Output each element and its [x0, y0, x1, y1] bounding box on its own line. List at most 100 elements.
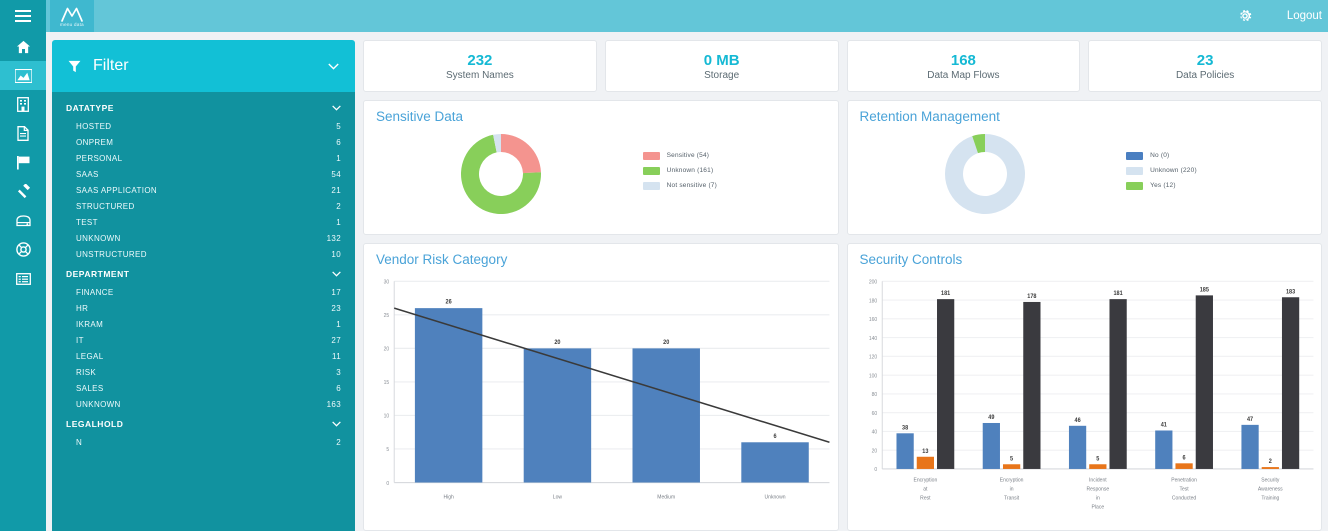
bar[interactable]: [1174, 463, 1193, 469]
sidebar-item-documents[interactable]: [0, 119, 46, 148]
y-axis-tick: 120: [868, 354, 876, 360]
filter-row[interactable]: HR 23: [52, 300, 355, 316]
logout-button[interactable]: Logout: [1287, 10, 1322, 22]
filter-collapse-toggle[interactable]: [328, 57, 339, 75]
bar-value-label: 38: [902, 425, 909, 431]
filter-row[interactable]: IKRAM 1: [52, 316, 355, 332]
bar[interactable]: [1088, 464, 1106, 469]
donut-slice[interactable]: [501, 134, 542, 174]
filter-row[interactable]: SAAS 54: [52, 166, 355, 182]
filter-row-count: 11: [331, 351, 341, 361]
filter-group-header[interactable]: DEPARTMENT: [52, 262, 355, 284]
hamburger-menu-button[interactable]: [0, 0, 46, 32]
bar[interactable]: [916, 456, 934, 469]
legend-row[interactable]: Yes (12): [1126, 181, 1321, 190]
bar[interactable]: [523, 348, 592, 483]
bar[interactable]: [1022, 301, 1040, 469]
chevron-down-icon[interactable]: [332, 103, 341, 113]
bar[interactable]: [1154, 430, 1172, 469]
filter-row-count: 1: [336, 153, 341, 163]
sidebar-item-organization[interactable]: [0, 90, 46, 119]
filter-row[interactable]: HOSTED 5: [52, 118, 355, 134]
sidebar-item-support[interactable]: [0, 235, 46, 264]
filter-group-header[interactable]: DATATYPE: [52, 96, 355, 118]
filter-row[interactable]: SALES 6: [52, 380, 355, 396]
bar[interactable]: [982, 422, 1000, 469]
kpi-card[interactable]: 232 System Names: [363, 40, 597, 92]
filter-group-header[interactable]: LEGALHOLD: [52, 412, 355, 434]
x-axis-tick: Unknown: [765, 494, 786, 500]
security-controls-chart[interactable]: 0 20 40 60 80 100 120 140 160 180 200 38 13 181 Encryp…: [848, 270, 1322, 530]
bar[interactable]: [1108, 299, 1127, 469]
bar[interactable]: [414, 308, 483, 483]
sensitive-data-donut[interactable]: [459, 132, 543, 216]
y-axis-tick: 80: [871, 392, 877, 398]
app-logo[interactable]: menu data: [50, 0, 94, 32]
chevron-down-icon[interactable]: [332, 269, 341, 279]
x-axis-tick: at: [923, 486, 928, 492]
legend-row[interactable]: Sensitive (54): [642, 151, 838, 160]
filter-row[interactable]: STRUCTURED 2: [52, 198, 355, 214]
legend-row[interactable]: Unknown (161): [642, 166, 838, 175]
filter-row-count: 6: [336, 383, 341, 393]
chevron-down-icon[interactable]: [332, 419, 341, 429]
sidebar-item-systems[interactable]: [0, 206, 46, 235]
bar[interactable]: [1281, 297, 1299, 469]
filter-row[interactable]: UNSTRUCTURED 10: [52, 246, 355, 262]
y-axis-tick: 40: [871, 429, 877, 435]
filter-header[interactable]: Filter: [52, 40, 355, 92]
sidebar-item-flags[interactable]: [0, 148, 46, 177]
settings-button[interactable]: [1237, 8, 1253, 24]
kpi-card[interactable]: 23 Data Policies: [1088, 40, 1322, 92]
filter-row[interactable]: RISK 3: [52, 364, 355, 380]
filter-row-label: UNKNOWN: [76, 399, 121, 409]
bar[interactable]: [936, 299, 954, 469]
filter-row[interactable]: UNKNOWN 163: [52, 396, 355, 412]
kpi-value: 232: [467, 51, 493, 69]
home-icon: [16, 40, 30, 53]
sidebar-item-dashboard[interactable]: [0, 61, 46, 90]
y-axis-tick: 60: [871, 411, 877, 417]
filter-row[interactable]: PERSONAL 1: [52, 150, 355, 166]
filter-row[interactable]: UNKNOWN 132: [52, 230, 355, 246]
kpi-card[interactable]: 0 MB Storage: [604, 40, 839, 92]
bar[interactable]: [1261, 467, 1279, 469]
bar[interactable]: [1195, 295, 1213, 469]
bar-value-label: 181: [1113, 291, 1123, 297]
bar-value-label: 20: [663, 340, 670, 346]
retention-body: No (0) Unknown (220) Yes (12): [848, 124, 1322, 224]
filter-row[interactable]: FINANCE 17: [52, 284, 355, 300]
bar-value-label: 46: [1074, 418, 1081, 424]
retention-donut[interactable]: [943, 132, 1027, 216]
filter-row[interactable]: IT 27: [52, 332, 355, 348]
bar[interactable]: [741, 442, 809, 483]
legend-row[interactable]: Not sensitive (7): [642, 181, 838, 190]
bar[interactable]: [1240, 424, 1259, 469]
filter-row-count: 2: [336, 201, 341, 211]
bar[interactable]: [1068, 425, 1086, 469]
filter-row-label: TEST: [76, 217, 98, 227]
kpi-label: Data Map Flows: [927, 69, 1000, 81]
kpi-card[interactable]: 168 Data Map Flows: [846, 40, 1081, 92]
filter-row[interactable]: TEST 1: [52, 214, 355, 230]
bar[interactable]: [632, 348, 700, 483]
y-axis-tick: 200: [868, 279, 876, 285]
bar[interactable]: [1002, 464, 1020, 469]
filter-row[interactable]: N2: [52, 434, 355, 450]
legend-swatch: [1126, 151, 1144, 160]
sidebar-item-legal[interactable]: [0, 177, 46, 206]
legend-label: Yes (12): [1150, 182, 1176, 189]
bar[interactable]: [895, 433, 914, 469]
filter-row[interactable]: LEGAL 11: [52, 348, 355, 364]
filter-row-count: 3: [336, 367, 341, 377]
kpi-value: 168: [950, 51, 976, 69]
flag-icon: [16, 156, 29, 170]
document-icon: [17, 126, 29, 141]
legend-row[interactable]: Unknown (220): [1126, 166, 1321, 175]
filter-row[interactable]: SAAS APPLICATION 21: [52, 182, 355, 198]
sidebar-item-home[interactable]: [0, 32, 46, 61]
sidebar-item-reports[interactable]: [0, 264, 46, 293]
legend-row[interactable]: No (0): [1126, 151, 1321, 160]
filter-row[interactable]: ONPREM 6: [52, 134, 355, 150]
vendor-risk-chart[interactable]: 0 5 10 15 20 25 30 26 High 20 Low 20 Medium 6 Unknown: [364, 270, 838, 530]
